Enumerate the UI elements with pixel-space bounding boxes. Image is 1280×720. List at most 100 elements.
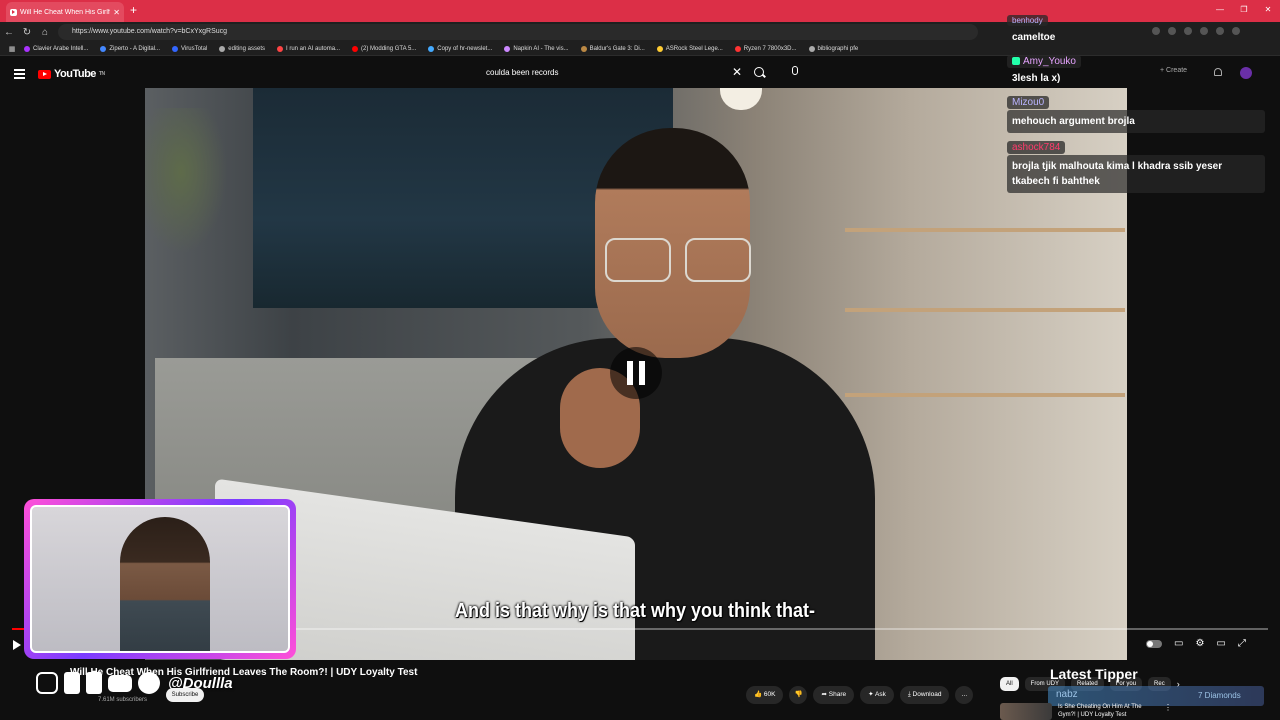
video-actions: 👍 60K 👎 ➦ Share ✦ Ask ⤓ Download ... [746,686,974,704]
bookmark-item[interactable]: Baldur's Gate 3: Di... [580,45,645,52]
clear-search-icon[interactable]: ✕ [732,65,742,79]
search-icon[interactable] [754,67,764,77]
bookmark-item[interactable]: Ziperto - A Digital... [100,45,160,52]
chat-username-text: ashock784 [1012,142,1061,153]
bookmark-item[interactable]: Clavier Arabe Intell... [24,45,89,52]
menu-icon[interactable] [14,69,25,81]
bookmark-favicon-icon [100,45,107,52]
chat-message-text: brojla tjik malhouta kima l khadra ssib … [1007,155,1265,193]
dislike-button[interactable]: 👎 [789,686,808,704]
latest-tipper-label: Latest Tipper [1050,666,1138,682]
bookmark-item[interactable]: Ryzen 7 7800x3D... [734,45,797,52]
bookmark-label: Napkin AI - The vis... [513,45,569,52]
recommended-video[interactable]: Is She Cheating On Him At The Gym?! | UD… [1000,703,1172,720]
bookmark-label: (2) Modding GTA 5... [361,45,417,52]
ask-button[interactable]: ✦ Ask [860,686,894,704]
bookmark-label: I run an AI automa... [286,45,341,52]
chat-username-text: Amy_Youko [1023,56,1076,67]
video-frame-glasses [605,238,765,282]
youtube-favicon-icon [10,8,17,16]
download-button[interactable]: ⤓ Download [899,686,950,704]
chat-overlay: benhody cameltoe Amy_Youko 3lesh la x) Mizou… [1007,10,1265,197]
webcam-streamer [120,517,210,651]
filter-chip[interactable]: All [1000,677,1019,691]
more-options-icon[interactable]: ⋮ [1164,703,1172,712]
new-tab-icon[interactable]: + [130,3,137,17]
microphone-icon[interactable] [792,66,798,75]
like-button[interactable]: 👍 60K [746,686,784,704]
bookmark-item[interactable]: VirusTotal [172,45,208,52]
country-code: TN [98,71,105,77]
bookmark-favicon-icon [24,45,30,52]
kick-icon [86,672,102,694]
bookmark-item[interactable]: editing assets [219,45,265,52]
fullscreen-icon[interactable]: ⤢ [1238,638,1246,649]
subscribe-button[interactable]: Subscribe [166,688,204,702]
bookmark-label: ASRock Steel Lege... [665,45,723,52]
bookmark-label: Clavier Arabe Intell... [33,45,89,52]
theater-mode-icon[interactable]: ▭ [1216,638,1225,649]
bookmark-label: Baldur's Gate 3: Di... [589,45,645,52]
bookmark-label: Copy of hr-newslet... [437,45,493,52]
chat-message: benhody cameltoe [1007,10,1265,47]
share-button[interactable]: ➦ Share [813,686,855,704]
bookmark-item[interactable]: ASRock Steel Lege... [656,45,723,52]
chat-message-text: 3lesh la x) [1012,73,1061,84]
browser-tab[interactable]: Will He Cheat When His Girlfri ✕ [6,2,124,22]
youtube-play-logo-icon [38,69,51,79]
bookmark-favicon-icon [277,45,283,52]
more-actions-button[interactable]: ... [955,686,974,704]
video-frame-shelf [845,308,1125,312]
autoplay-toggle[interactable] [1146,639,1162,648]
recommended-title: Is She Cheating On Him At The Gym?! | UD… [1058,704,1142,718]
captions-icon[interactable]: ▭ [1174,638,1183,649]
youtube-icon [108,674,132,692]
bookmark-label: editing assets [228,45,265,52]
bookmark-label: VirusTotal [181,45,208,52]
apps-icon[interactable]: ▦ [0,45,24,53]
settings-gear-icon[interactable]: ⚙ [1195,638,1204,649]
bookmark-favicon-icon [580,45,587,52]
recommended-thumbnail [1000,703,1052,720]
share-label: Share [828,691,847,698]
chat-message-text: mehouch argument brojla [1007,110,1265,133]
back-icon[interactable]: ← [0,27,18,38]
bookmark-favicon-icon [734,45,741,52]
tipper-name: nabz [1056,689,1078,700]
chat-message-text: cameltoe [1012,32,1056,43]
tab-title: Will He Cheat When His Girlfri [20,8,111,16]
bookmark-item[interactable]: bibliographi pfe [808,45,859,52]
bookmark-label: bibliographi pfe [817,45,859,52]
search-input[interactable]: coulda been records [476,63,748,83]
chat-username: ashock784 [1007,141,1066,154]
home-icon[interactable]: ⌂ [36,27,54,38]
tipper-amount: 7 Diamonds [1198,691,1241,700]
bookmark-label: Ryzen 7 7800x3D... [743,45,797,52]
chat-message: Amy_Youko 3lesh la x) [1007,51,1265,88]
address-bar[interactable]: https://www.youtube.com/watch?v=bCxYxgRS… [58,24,978,40]
bookmark-item[interactable]: (2) Modding GTA 5... [352,45,417,52]
bookmark-favicon-icon [352,45,359,52]
video-frame-lamp [720,88,762,110]
chat-username: Amy_Youko [1007,55,1081,68]
reload-icon[interactable]: ↻ [18,27,36,38]
chat-username: benhody [1007,15,1048,26]
youtube-logo[interactable]: YouTube TN [38,68,105,80]
chat-username: Mizou0 [1007,96,1050,109]
play-icon[interactable] [13,640,21,650]
bookmark-favicon-icon [172,45,179,52]
chat-message: Mizou0 mehouch argument brojla [1007,92,1265,133]
close-tab-icon[interactable]: ✕ [113,8,120,17]
bookmark-favicon-icon [428,45,435,52]
download-label: Download [912,691,942,698]
bookmark-item[interactable]: I run an AI automa... [277,45,341,52]
video-frame-shelf [845,228,1125,232]
bookmark-item[interactable]: Copy of hr-newslet... [428,45,493,52]
ask-label: Ask [875,691,886,698]
youtube-logo-text: YouTube [54,68,96,80]
pause-button[interactable] [610,347,662,399]
bookmark-item[interactable]: Napkin AI - The vis... [504,45,569,52]
bookmark-favicon-icon [808,45,815,52]
tiktok-icon [64,672,80,694]
instagram-icon [36,672,58,694]
